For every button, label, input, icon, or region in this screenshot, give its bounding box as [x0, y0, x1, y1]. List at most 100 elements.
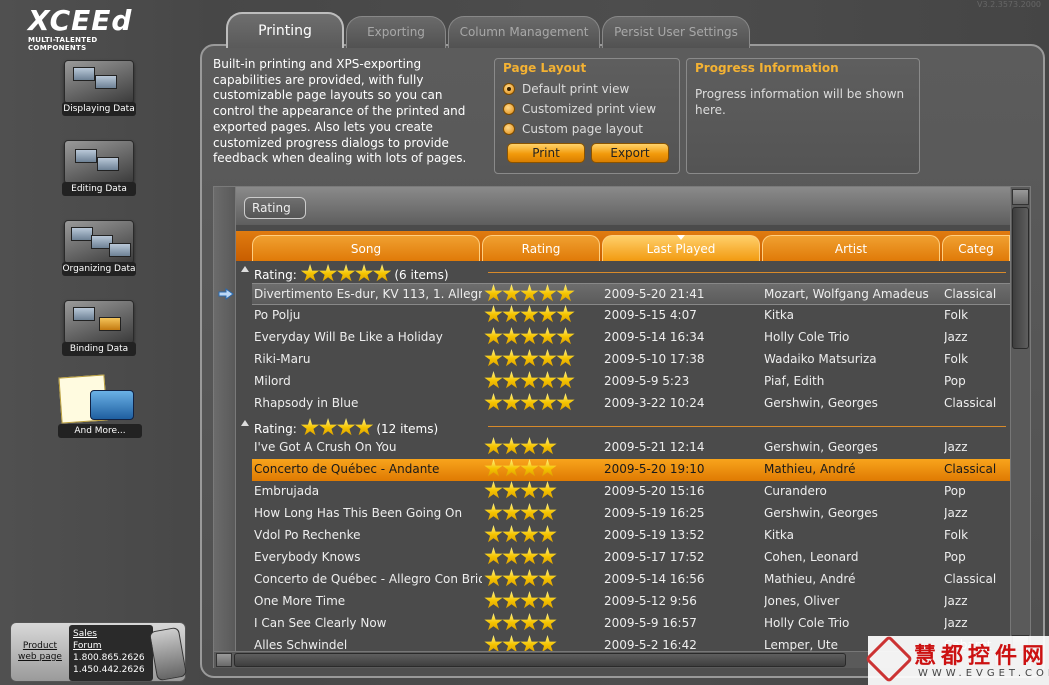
table-row[interactable]: I Can See Clearly Now 2009-5-9 16:57 Holly…	[252, 613, 1010, 635]
sidebar-item-editing-data[interactable]: Editing Data	[62, 140, 136, 198]
column-header-category[interactable]: Categ	[942, 235, 1010, 261]
column-header-song[interactable]: Song	[252, 235, 480, 261]
cell-rating[interactable]	[484, 284, 596, 306]
radio-customized-print-view[interactable]: Customized print view	[503, 100, 656, 118]
table-row[interactable]: Concerto de Québec - Allegro Con Brio 200…	[252, 569, 1010, 591]
cell-last-played: 2009-5-21 12:14	[604, 440, 705, 454]
cell-artist: Holly Cole Trio	[764, 616, 850, 630]
collapse-arrow-icon[interactable]	[241, 420, 249, 426]
cell-rating[interactable]	[484, 327, 596, 349]
cell-genre: Jazz	[944, 616, 968, 630]
tab-exporting[interactable]: Exporting	[346, 16, 446, 48]
sidebar-item-label: And More...	[58, 424, 142, 438]
tab-printing[interactable]: Printing	[226, 12, 344, 48]
cell-last-played: 2009-5-20 15:16	[604, 484, 705, 498]
star-icon	[354, 264, 374, 282]
table-row[interactable]: Everyday Will Be Like a Holiday 2009-5-14…	[252, 327, 1010, 349]
cell-song: Concerto de Québec - Allegro Con Brio	[254, 572, 482, 586]
cell-rating[interactable]	[484, 569, 596, 591]
star-icon	[484, 327, 503, 345]
sales-contact: Sales Forum 1.800.865.2626 1.450.442.262…	[69, 625, 153, 681]
horizontal-scroll-thumb[interactable]	[234, 653, 846, 667]
sidebar-item-organizing-data[interactable]: Organizing Data	[62, 220, 136, 278]
cell-rating[interactable]	[484, 459, 596, 481]
table-row[interactable]: Divertimento Es-dur, KV 113, 1. Allegro 2…	[252, 283, 1010, 305]
group-header[interactable]: Rating: (12 items)	[238, 416, 1010, 436]
table-row[interactable]: Milord 2009-5-9 5:23 Piaf, Edith Pop	[252, 371, 1010, 393]
star-icon	[318, 264, 338, 282]
cell-last-played: 2009-5-15 4:07	[604, 308, 697, 322]
cell-song: I Can See Clearly Now	[254, 616, 387, 630]
star-icon	[520, 547, 539, 565]
cell-rating[interactable]	[484, 393, 596, 415]
cell-rating[interactable]	[484, 481, 596, 503]
star-icon	[556, 393, 575, 411]
star-icon	[538, 481, 557, 499]
scroll-up-button[interactable]	[1012, 189, 1029, 205]
star-icon	[502, 305, 521, 323]
cell-genre: Folk	[944, 528, 969, 542]
table-row[interactable]: Rhapsody in Blue 2009-3-22 10:24 Gershwin,…	[252, 393, 1010, 415]
star-icon	[520, 284, 539, 302]
tab-bar: Printing Exporting Column Management Per…	[224, 12, 764, 48]
column-header-rating[interactable]: Rating	[482, 235, 600, 261]
table-row[interactable]: How Long Has This Been Going On 2009-5-19…	[252, 503, 1010, 525]
cell-rating[interactable]	[484, 503, 596, 525]
collapse-arrow-icon[interactable]	[241, 266, 249, 272]
cell-rating[interactable]	[484, 437, 596, 459]
cell-rating[interactable]	[484, 613, 596, 635]
star-icon	[484, 591, 503, 609]
star-icon	[484, 569, 503, 587]
table-row[interactable]: One More Time 2009-5-12 9:56 Jones, Oliver…	[252, 591, 1010, 613]
star-icon	[520, 569, 539, 587]
star-icon	[556, 349, 575, 367]
cell-song: Divertimento Es-dur, KV 113, 1. Allegro	[254, 287, 482, 301]
sales-link[interactable]: Sales	[73, 628, 153, 640]
sidebar-item-displaying-data[interactable]: Displaying Data	[62, 60, 136, 118]
cell-last-played: 2009-5-2 16:42	[604, 638, 697, 652]
sidebar-item-and-more[interactable]: And More...	[56, 374, 142, 440]
column-header-label: Last Played	[646, 242, 716, 256]
export-button[interactable]: Export	[591, 143, 669, 163]
sidebar-item-binding-data[interactable]: Binding Data	[62, 300, 136, 358]
star-icon	[502, 371, 521, 389]
cell-rating[interactable]	[484, 525, 596, 547]
cell-song: Everybody Knows	[254, 550, 361, 564]
star-icon	[538, 503, 557, 521]
radio-default-print-view[interactable]: Default print view	[503, 80, 629, 98]
cell-rating[interactable]	[484, 349, 596, 371]
scroll-left-button[interactable]	[216, 653, 232, 667]
cell-last-played: 2009-5-20 21:41	[604, 287, 705, 301]
column-header-artist[interactable]: Artist	[762, 235, 940, 261]
group-header[interactable]: Rating: (6 items)	[238, 262, 1010, 282]
star-icon	[556, 284, 575, 302]
forum-link[interactable]: Forum	[73, 640, 153, 652]
tab-column-management[interactable]: Column Management	[448, 16, 600, 48]
table-row[interactable]: Riki-Maru 2009-5-10 17:38 Wadaiko Matsuriz…	[252, 349, 1010, 371]
group-by-rating-chip[interactable]: Rating	[244, 197, 306, 219]
table-row[interactable]: Concerto de Québec - Andante 2009-5-20 19…	[252, 459, 1010, 481]
cell-artist: Holly Cole Trio	[764, 330, 850, 344]
cell-rating[interactable]	[484, 547, 596, 569]
cell-artist: Gershwin, Georges	[764, 396, 878, 410]
cell-rating[interactable]	[484, 591, 596, 613]
star-icon	[520, 393, 539, 411]
print-button[interactable]: Print	[507, 143, 585, 163]
table-row[interactable]: Vdol Po Rechenke 2009-5-19 13:52 Kitka Folk	[252, 525, 1010, 547]
table-row[interactable]: Po Polju 2009-5-15 4:07 Kitka Folk	[252, 305, 1010, 327]
cell-song: Everyday Will Be Like a Holiday	[254, 330, 443, 344]
star-icon	[502, 481, 521, 499]
tab-persist-user-settings[interactable]: Persist User Settings	[602, 16, 750, 48]
cell-artist: Wadaiko Matsuriza	[764, 352, 877, 366]
star-icon	[520, 525, 539, 543]
vertical-scroll-thumb[interactable]	[1012, 207, 1029, 349]
cell-rating[interactable]	[484, 371, 596, 393]
vertical-scrollbar[interactable]	[1010, 187, 1030, 657]
cell-rating[interactable]	[484, 305, 596, 327]
table-row[interactable]: I've Got A Crush On You 2009-5-21 12:14 Ge…	[252, 437, 1010, 459]
product-web-page-link[interactable]: Product web page	[15, 641, 65, 663]
table-row[interactable]: Embrujada 2009-5-20 15:16 Curandero Pop	[252, 481, 1010, 503]
radio-custom-page-layout[interactable]: Custom page layout	[503, 120, 643, 138]
column-header-last-played[interactable]: Last Played	[602, 235, 760, 261]
table-row[interactable]: Everybody Knows 2009-5-17 17:52 Cohen, Leo…	[252, 547, 1010, 569]
